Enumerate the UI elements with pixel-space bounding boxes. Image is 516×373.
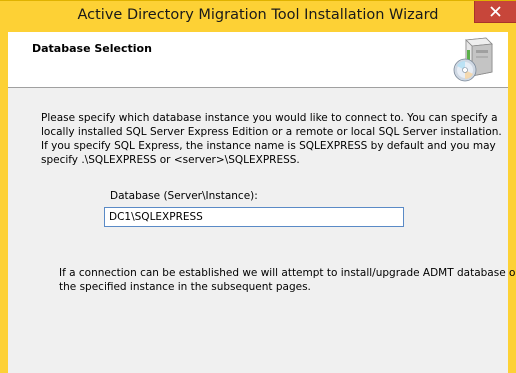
connection-note: If a connection can be established we wi… [59, 266, 516, 294]
instruction-line: locally installed SQL Server Express Edi… [41, 126, 502, 138]
note-line: the specified instance in the subsequent… [59, 281, 311, 293]
window-frame-right [508, 32, 516, 373]
wizard-header: Database Selection [8, 32, 508, 88]
database-label: Database (Server\Instance): [110, 190, 258, 202]
window-frame-left [0, 32, 8, 373]
window-title: Active Directory Migration Tool Installa… [77, 7, 439, 23]
instruction-text: Please specify which database instance y… [41, 111, 502, 167]
wizard-window: Active Directory Migration Tool Installa… [0, 0, 516, 373]
title-bar[interactable]: Active Directory Migration Tool Installa… [0, 0, 516, 32]
close-x-icon [490, 6, 501, 17]
note-line: If a connection can be established we wi… [59, 267, 516, 279]
database-instance-input[interactable] [104, 207, 404, 227]
instruction-line: If you specify SQL Express, the instance… [41, 140, 496, 152]
page-title: Database Selection [32, 42, 152, 55]
close-button[interactable] [474, 1, 516, 23]
instruction-line: specify .\SQLEXPRESS or <server>\SQLEXPR… [41, 154, 300, 166]
setup-box-cd-icon [453, 37, 493, 82]
wizard-client-area: Database Selection Please specify which … [8, 32, 516, 373]
instruction-line: Please specify which database instance y… [41, 112, 498, 124]
